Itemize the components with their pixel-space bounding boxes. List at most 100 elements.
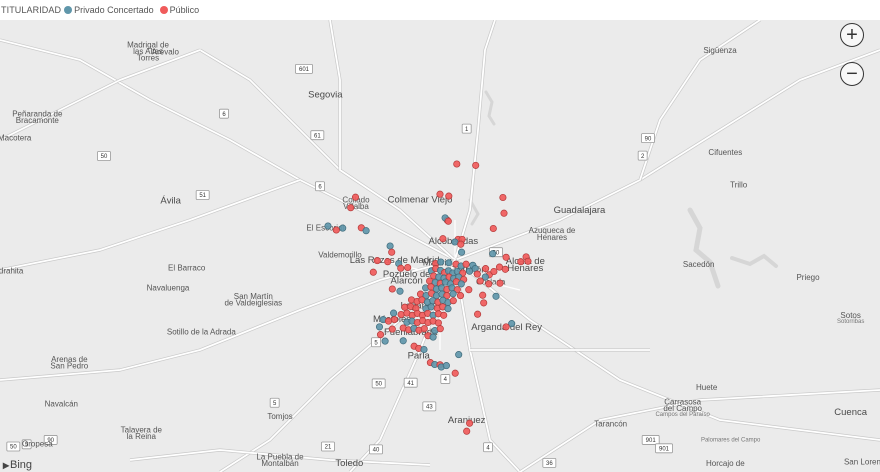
school-point-publico[interactable]: [384, 317, 393, 325]
school-point-publico[interactable]: [502, 253, 510, 261]
school-point-publico[interactable]: [369, 268, 377, 276]
school-point-publico[interactable]: [474, 310, 482, 318]
school-point-privado[interactable]: [451, 238, 459, 246]
legend-item-privado[interactable]: Privado Concertado: [64, 5, 154, 15]
zoom-out-button[interactable]: −: [840, 62, 864, 86]
school-point-publico[interactable]: [440, 311, 448, 319]
school-point-publico[interactable]: [500, 209, 508, 217]
svg-text:50: 50: [375, 382, 382, 388]
road-shield: 50: [6, 441, 21, 452]
school-point-privado[interactable]: [492, 292, 500, 300]
place-label: Ávila: [160, 196, 181, 207]
school-point-publico[interactable]: [351, 193, 360, 201]
school-point-privado[interactable]: [445, 259, 453, 267]
school-point-privado[interactable]: [420, 345, 428, 354]
school-point-publico[interactable]: [444, 217, 452, 225]
school-point-publico[interactable]: [502, 323, 510, 331]
place-label: Guadalajara: [554, 205, 606, 216]
school-point-privado[interactable]: [362, 227, 370, 235]
school-point-publico[interactable]: [388, 248, 396, 256]
school-point-publico[interactable]: [439, 235, 447, 243]
school-point-publico[interactable]: [466, 419, 474, 427]
school-point-publico[interactable]: [499, 193, 507, 202]
school-point-privado[interactable]: [449, 290, 457, 298]
school-point-privado[interactable]: [396, 287, 404, 295]
school-point-publico[interactable]: [434, 319, 442, 327]
reservoir-2: [730, 253, 778, 268]
school-point-publico[interactable]: [388, 325, 396, 333]
school-point-publico[interactable]: [397, 264, 405, 272]
road-shield: 1: [461, 123, 472, 134]
place-label: El Barraco: [168, 263, 206, 272]
school-point-privado[interactable]: [381, 337, 389, 345]
school-point-publico[interactable]: [445, 192, 453, 200]
school-point-publico[interactable]: [517, 258, 525, 266]
school-point-publico[interactable]: [472, 161, 480, 169]
school-point-privado[interactable]: [489, 250, 497, 258]
school-point-privado[interactable]: [399, 337, 407, 345]
school-point-publico[interactable]: [473, 270, 481, 278]
school-point-publico[interactable]: [482, 265, 490, 273]
svg-text:36: 36: [546, 461, 553, 467]
school-point-publico[interactable]: [404, 263, 412, 272]
school-point-publico[interactable]: [420, 325, 428, 333]
school-point-privado[interactable]: [442, 362, 450, 370]
school-point-publico[interactable]: [501, 265, 509, 273]
school-point-publico[interactable]: [489, 224, 497, 233]
school-point-publico[interactable]: [401, 303, 409, 311]
school-point-publico[interactable]: [436, 190, 444, 198]
school-point-privado[interactable]: [457, 280, 465, 288]
school-point-publico[interactable]: [490, 267, 498, 276]
school-point-publico[interactable]: [462, 260, 470, 268]
school-point-publico[interactable]: [480, 299, 488, 307]
legend: TITULARIDAD Privado Concertado Público: [0, 0, 880, 20]
legend-item-publico[interactable]: Público: [159, 5, 200, 15]
legend-label-publico: Público: [169, 5, 200, 15]
school-point-publico[interactable]: [453, 160, 461, 168]
zoom-in-button[interactable]: +: [840, 23, 864, 47]
school-point-publico[interactable]: [390, 316, 398, 324]
place-label: Montalbán: [261, 459, 298, 468]
school-point-publico[interactable]: [373, 257, 381, 265]
place-label: Arévalo: [152, 48, 180, 57]
school-point-publico[interactable]: [449, 297, 457, 305]
svg-text:901: 901: [659, 447, 670, 453]
school-point-publico[interactable]: [479, 291, 487, 299]
school-point-publico[interactable]: [451, 369, 459, 377]
school-point-publico[interactable]: [485, 280, 493, 288]
school-point-publico[interactable]: [456, 292, 465, 300]
school-point-publico[interactable]: [436, 325, 444, 333]
school-point-privado[interactable]: [429, 333, 437, 341]
school-point-publico[interactable]: [384, 258, 392, 266]
school-point-publico[interactable]: [496, 279, 504, 287]
school-point-privado[interactable]: [458, 248, 466, 256]
school-point-publico[interactable]: [332, 226, 340, 234]
school-point-publico[interactable]: [347, 204, 355, 212]
road-shield: 6: [315, 181, 325, 192]
map-svg[interactable]: 6016615051619025055041443521404369019015…: [0, 20, 880, 472]
school-point-privado[interactable]: [437, 258, 445, 266]
school-point-publico[interactable]: [524, 257, 532, 265]
place-label: Horcajo de: [706, 459, 745, 468]
school-point-publico[interactable]: [495, 263, 504, 271]
school-point-privado[interactable]: [455, 351, 463, 359]
school-point-publico[interactable]: [476, 277, 484, 285]
school-point-privado[interactable]: [390, 309, 398, 317]
map-canvas[interactable]: 6016615051619025055041443521404369019015…: [0, 20, 880, 472]
school-point-privado[interactable]: [375, 323, 384, 331]
school-point-publico[interactable]: [397, 310, 405, 319]
school-point-privado[interactable]: [427, 303, 435, 311]
school-point-publico[interactable]: [388, 285, 396, 293]
school-point-privado[interactable]: [339, 224, 347, 232]
road-8: [0, 179, 301, 271]
school-point-publico[interactable]: [465, 286, 473, 294]
place-label: Segovia: [308, 89, 343, 100]
svg-text:50: 50: [101, 154, 108, 160]
school-point-privado[interactable]: [444, 305, 452, 313]
school-point-privado[interactable]: [386, 242, 394, 250]
place-label: Tomjos: [267, 412, 292, 421]
school-point-publico[interactable]: [376, 331, 385, 339]
school-point-publico[interactable]: [457, 240, 465, 248]
school-point-privado[interactable]: [324, 222, 332, 230]
school-point-publico[interactable]: [463, 427, 471, 435]
